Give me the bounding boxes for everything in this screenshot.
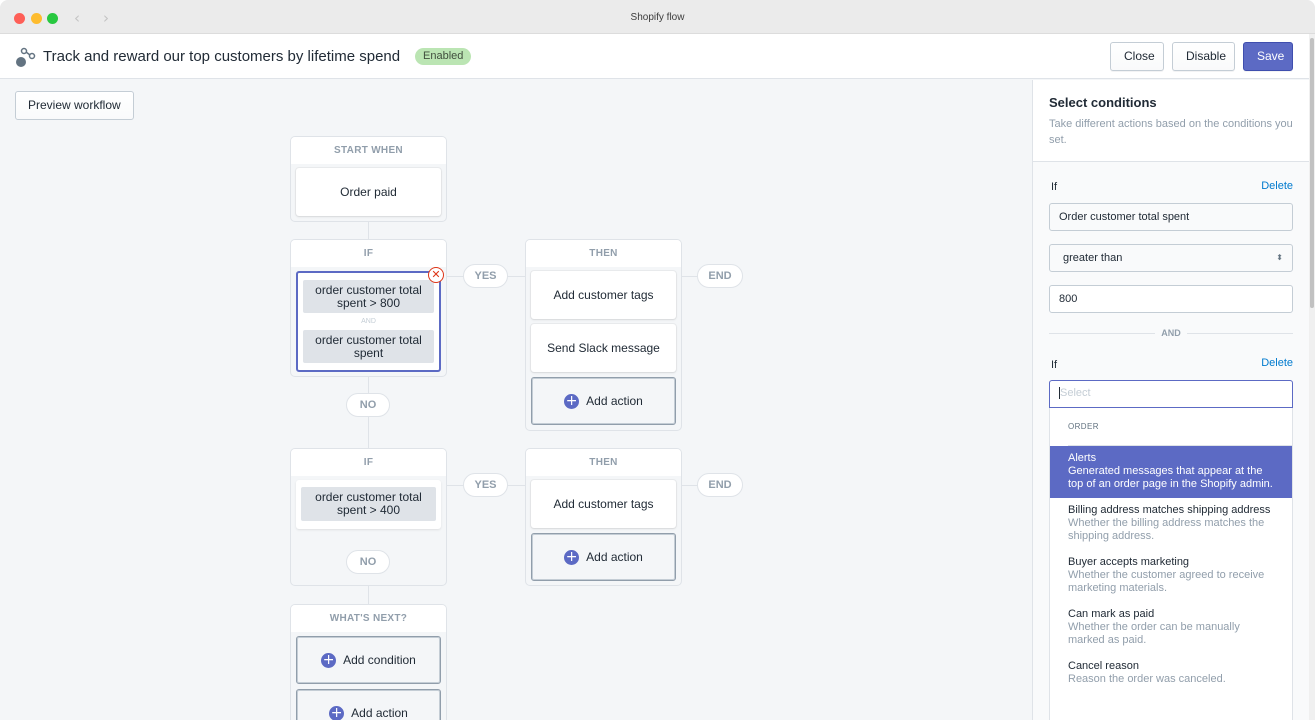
plus-icon: + <box>329 704 345 720</box>
panel-header: Select conditions Take different actions… <box>1033 80 1309 162</box>
plus-icon: + <box>564 392 580 409</box>
trigger-order-paid[interactable]: Order paid <box>296 168 441 216</box>
yes-label: YES <box>463 264 508 288</box>
end-label: END <box>697 264 743 288</box>
action-add-customer-tags[interactable]: Add customer tags <box>531 271 676 319</box>
add-action-button[interactable]: + Add action <box>531 377 676 425</box>
disable-button[interactable]: Disable <box>1172 42 1235 71</box>
panel-scrollbar[interactable] <box>1309 34 1315 720</box>
search-placeholder: Select <box>1060 387 1091 399</box>
dropdown-option-can-mark-as-paid[interactable]: Can mark as paid Whether the order can b… <box>1050 602 1292 654</box>
end-label: END <box>697 473 743 497</box>
workflow-title: Track and reward our top customers by li… <box>43 48 401 65</box>
dropdown-option-cancel-reason[interactable]: Cancel reason Reason the order was cance… <box>1050 654 1292 693</box>
card-heading: WHAT'S NEXT? <box>291 605 446 632</box>
condition-search-input[interactable]: Select <box>1049 380 1293 408</box>
error-close-icon[interactable]: ✕ <box>428 267 444 283</box>
add-action-label: Add action <box>586 394 643 408</box>
workflow-header: Track and reward our top customers by li… <box>0 34 1315 79</box>
condition-dropdown[interactable]: ORDER Alerts Generated messages that app… <box>1049 408 1293 720</box>
add-action-label: Add action <box>351 706 408 720</box>
option-description: Whether the customer agreed to receive m… <box>1068 569 1265 594</box>
option-title: Buyer accepts marketing <box>1068 556 1190 568</box>
whats-next-card: WHAT'S NEXT? + Add condition + Add actio… <box>290 604 447 720</box>
option-title: Billing address matches shipping address <box>1068 504 1271 516</box>
plus-icon: + <box>564 548 580 565</box>
add-action-label: Add action <box>586 550 643 564</box>
card-heading: IF <box>291 449 446 476</box>
value-input[interactable]: 800 <box>1049 285 1293 313</box>
option-description: Whether the order can be manually marked… <box>1068 621 1240 646</box>
operator-select[interactable]: greater than ⬍ <box>1049 244 1293 272</box>
and-label: AND <box>361 318 376 325</box>
select-arrows-icon: ⬍ <box>1276 253 1283 262</box>
action-send-slack-message[interactable]: Send Slack message <box>531 324 676 372</box>
option-description: Whether the billing address matches the … <box>1068 517 1265 542</box>
scrollbar-thumb[interactable] <box>1310 38 1314 308</box>
save-button[interactable]: Save <box>1243 42 1293 71</box>
dropdown-option-billing-address[interactable]: Billing address matches shipping address… <box>1050 498 1292 550</box>
if-label: If <box>1051 359 1058 371</box>
condition-chip[interactable]: order customer total spent > 800 <box>303 280 434 313</box>
connector <box>368 221 369 240</box>
no-label: NO <box>346 550 390 574</box>
preview-workflow-button[interactable]: Preview workflow <box>15 91 134 120</box>
action-add-customer-tags[interactable]: Add customer tags <box>531 480 676 528</box>
option-title: Cancel reason <box>1068 660 1139 672</box>
delete-condition-link[interactable]: Delete <box>1261 180 1293 192</box>
workflow-icon <box>16 47 36 67</box>
operator-value: greater than <box>1063 252 1123 264</box>
add-action-button[interactable]: + Add action <box>531 533 676 581</box>
card-heading: THEN <box>526 240 681 267</box>
if-label: If <box>1051 181 1058 193</box>
close-button[interactable]: Close <box>1110 42 1164 71</box>
and-divider: AND <box>1049 328 1293 338</box>
trigger-card: START WHEN Order paid <box>290 136 447 222</box>
panel-title: Select conditions <box>1049 95 1157 110</box>
window-title: Shopify flow <box>630 12 685 23</box>
workflow-canvas[interactable]: Preview workflow START WHEN Order paid I… <box>0 80 1032 720</box>
no-label: NO <box>346 393 390 417</box>
add-condition-button[interactable]: + Add condition <box>296 636 441 684</box>
condition-chip[interactable]: order customer total spent <box>303 330 434 363</box>
panel-description: Take different actions based on the cond… <box>1049 118 1293 146</box>
condition-field-input[interactable]: Order customer total spent <box>1049 203 1293 231</box>
add-condition-label: Add condition <box>343 653 416 667</box>
action-card-2: THEN Add customer tags + Add action <box>525 448 682 586</box>
option-description: Generated messages that appear at the to… <box>1068 465 1273 490</box>
option-description: Reason the order was canceled. <box>1068 673 1226 685</box>
condition-group[interactable]: order customer total spent > 400 <box>296 480 441 529</box>
delete-condition-link[interactable]: Delete <box>1261 357 1293 369</box>
conditions-panel: Select conditions Take different actions… <box>1032 80 1309 720</box>
dropdown-section-header: ORDER <box>1068 408 1292 446</box>
and-divider-label: AND <box>1161 328 1181 338</box>
card-heading: IF <box>291 240 446 267</box>
option-title: Can mark as paid <box>1068 608 1155 620</box>
card-heading: THEN <box>526 449 681 476</box>
action-card-1: THEN Add customer tags Send Slack messag… <box>525 239 682 431</box>
condition-group-selected[interactable]: order customer total spent > 800 AND ord… <box>296 271 441 372</box>
condition-card-1: IF order customer total spent > 800 AND … <box>290 239 447 377</box>
option-title: Alerts <box>1068 452 1097 464</box>
yes-label: YES <box>463 473 508 497</box>
add-action-button[interactable]: + Add action <box>296 689 441 720</box>
status-badge: Enabled <box>415 48 472 65</box>
title-bar: ‹ › Shopify flow <box>0 0 1315 34</box>
app-window: ‹ › Shopify flow Track and reward our to… <box>0 0 1315 720</box>
condition-chip[interactable]: order customer total spent > 400 <box>301 487 436 521</box>
dropdown-option-buyer-accepts-marketing[interactable]: Buyer accepts marketing Whether the cust… <box>1050 550 1292 602</box>
dropdown-option-alerts[interactable]: Alerts Generated messages that appear at… <box>1050 446 1292 498</box>
plus-icon: + <box>321 651 337 668</box>
card-heading: START WHEN <box>291 137 446 164</box>
